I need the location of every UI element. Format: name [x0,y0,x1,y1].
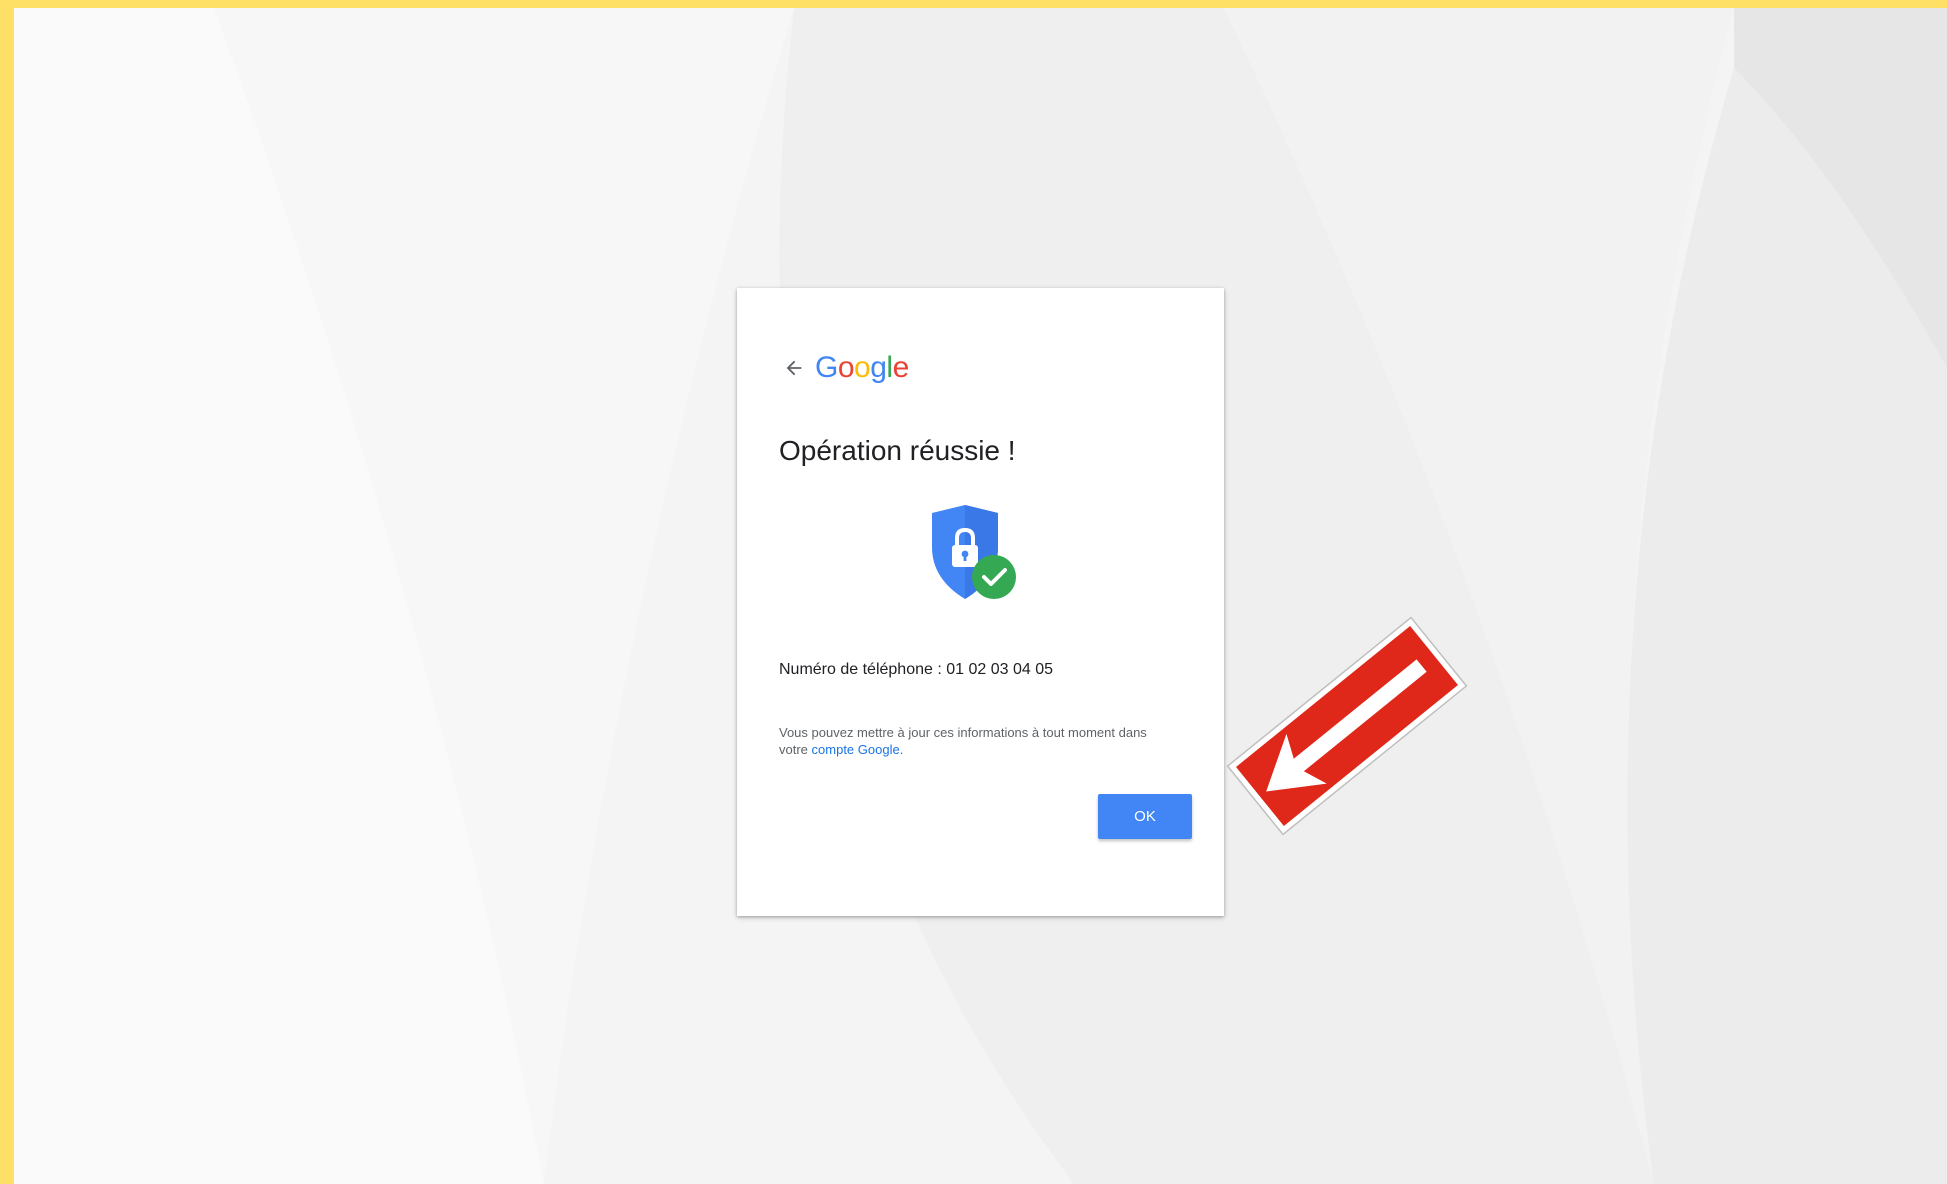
yellow-frame: Google Opération réussie ! Numéro de tél… [0,0,1947,1184]
logo-letter: o [854,351,871,384]
back-button[interactable] [779,353,809,383]
red-arrow-sign-icon [1226,616,1468,836]
dialog-title: Opération réussie ! [779,435,1016,466]
phone-label: Numéro de téléphone : [779,661,942,678]
success-dialog: Google Opération réussie ! Numéro de tél… [737,288,1224,916]
phone-value: 01 02 03 04 05 [946,661,1053,678]
logo-letter: o [837,351,855,384]
info-text: Vous pouvez mettre à jour ces informatio… [779,724,1179,758]
arrow-left-icon [786,360,802,376]
google-logo: Google [815,353,909,383]
logo-letter: e [892,351,910,384]
dialog-header: Google [779,348,909,388]
info-end: . [899,742,904,757]
shield-lock-check-icon [932,505,1016,599]
page-background: Google Opération réussie ! Numéro de tél… [14,8,1947,1184]
phone-number-line: Numéro de téléphone : 01 02 03 04 05 [779,661,1053,679]
logo-letter: G [815,351,838,384]
ok-button[interactable]: OK [1098,794,1192,839]
google-account-link[interactable]: compte Google [812,742,900,757]
logo-letter: g [870,351,887,384]
